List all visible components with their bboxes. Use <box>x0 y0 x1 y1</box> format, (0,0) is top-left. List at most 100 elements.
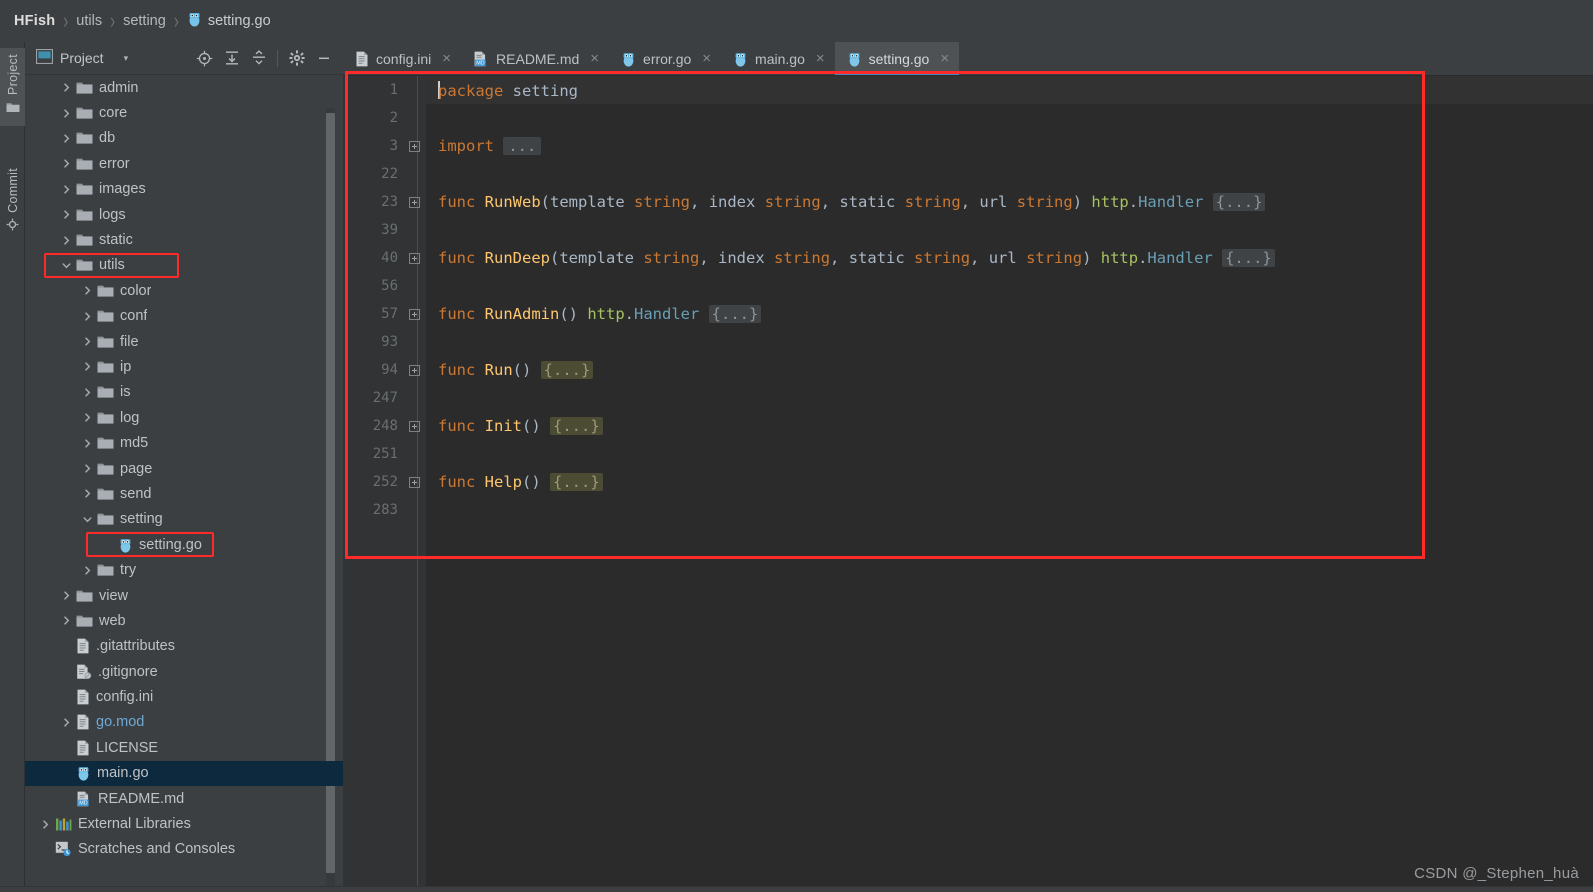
gitignore-icon <box>76 664 92 680</box>
tree-item-main-go[interactable]: main.go <box>25 760 343 786</box>
tree-item-error[interactable]: error <box>25 151 343 176</box>
tree-item-gitignore[interactable]: .gitignore <box>25 659 343 684</box>
editor-tab-label: config.ini <box>376 50 432 67</box>
tree-item-label: send <box>120 485 152 502</box>
tree-item-go-mod[interactable]: go.mod <box>25 710 343 735</box>
chevron-right-icon[interactable] <box>39 818 52 831</box>
chevron-right-icon[interactable] <box>81 411 94 424</box>
project-tree[interactable]: admin core db error images logs static utils col… <box>25 75 343 892</box>
tree-item-utils[interactable]: utils <box>25 252 343 278</box>
chevron-right-icon[interactable] <box>60 234 73 247</box>
tree-item-images[interactable]: images <box>25 177 343 202</box>
md-icon: MD <box>76 791 92 807</box>
line-number: 283 <box>372 502 398 518</box>
fold-expand-icon[interactable] <box>403 140 426 152</box>
tree-item-logs[interactable]: logs <box>25 202 343 227</box>
project-panel-title-button[interactable]: Project ▾ <box>25 48 129 67</box>
tree-item-is[interactable]: is <box>25 380 343 405</box>
chevron-right-icon[interactable] <box>81 564 94 577</box>
tree-item-license[interactable]: LICENSE <box>25 735 343 760</box>
editor-tab-setting-go[interactable]: setting.go × <box>834 42 960 75</box>
tree-item-scratches-and-consoles[interactable]: Scratches and Consoles <box>25 837 343 862</box>
tree-item-conf[interactable]: conf <box>25 304 343 329</box>
chevron-right-icon[interactable] <box>60 81 73 94</box>
close-icon[interactable]: × <box>816 50 825 67</box>
tool-window-button-commit[interactable]: Commit <box>0 162 25 244</box>
tree-item-send[interactable]: send <box>25 481 343 506</box>
tree-item-label: README.md <box>98 790 185 807</box>
editor-tab-config-ini[interactable]: config.ini × <box>343 42 461 75</box>
collapse-all-icon[interactable] <box>245 45 272 72</box>
tree-item-setting[interactable]: setting <box>25 507 343 532</box>
editor-tab-readme-md[interactable]: MD README.md × <box>461 42 609 75</box>
fold-expand-icon[interactable] <box>403 420 426 432</box>
tree-item-core[interactable]: core <box>25 100 343 125</box>
tree-item-log[interactable]: log <box>25 405 343 430</box>
close-icon[interactable]: × <box>940 50 949 67</box>
tree-item-setting-go[interactable]: setting.go <box>25 532 343 558</box>
chevron-right-icon[interactable] <box>81 335 94 348</box>
fold-expand-icon[interactable] <box>403 252 426 264</box>
tree-item-md5[interactable]: md5 <box>25 430 343 455</box>
chevron-right-icon[interactable] <box>60 132 73 145</box>
fold-expand-icon[interactable] <box>403 476 426 488</box>
line-number: 39 <box>381 222 398 238</box>
close-icon[interactable]: × <box>442 50 451 67</box>
tree-item-static[interactable]: static <box>25 227 343 252</box>
chevron-right-icon[interactable] <box>81 310 94 323</box>
tree-item-ip[interactable]: ip <box>25 354 343 379</box>
editor-tab-error-go[interactable]: error.go × <box>609 42 721 75</box>
tree-item-gitattributes[interactable]: .gitattributes <box>25 634 343 659</box>
tree-item-external-libraries[interactable]: External Libraries <box>25 811 343 836</box>
tree-item-file[interactable]: file <box>25 329 343 354</box>
tree-item-config-ini[interactable]: config.ini <box>25 684 343 709</box>
breadcrumb-item-root[interactable]: HFish <box>14 13 55 29</box>
fold-expand-icon[interactable] <box>403 364 426 376</box>
chevron-right-icon[interactable] <box>81 437 94 450</box>
chevron-right-icon[interactable] <box>60 716 73 729</box>
fold-expand-icon[interactable] <box>403 308 426 320</box>
chevron-down-icon[interactable] <box>60 259 73 272</box>
chevron-right-icon[interactable] <box>81 462 94 475</box>
chevron-right-icon[interactable] <box>60 183 73 196</box>
gear-icon[interactable] <box>283 45 310 72</box>
tool-window-button-project[interactable]: Project <box>0 48 25 127</box>
current-line-highlight <box>426 76 1593 104</box>
chevron-right-icon[interactable] <box>60 589 73 602</box>
close-icon[interactable]: × <box>702 50 711 67</box>
breadcrumb-item-setting[interactable]: setting <box>123 13 166 29</box>
breadcrumb-item-file[interactable]: setting.go <box>208 13 271 29</box>
expand-all-icon[interactable] <box>218 45 245 72</box>
close-icon[interactable]: × <box>590 50 599 67</box>
tool-window-label-commit: Commit <box>5 168 20 213</box>
chevron-right-icon[interactable] <box>81 487 94 500</box>
editor-tab-main-go[interactable]: main.go × <box>721 42 835 75</box>
editor-tab-label: setting.go <box>868 50 930 67</box>
tree-item-admin[interactable]: admin <box>25 75 343 100</box>
tree-item-label: md5 <box>120 435 149 452</box>
chevron-right-icon[interactable] <box>60 157 73 170</box>
tree-item-color[interactable]: color <box>25 278 343 303</box>
tree-item-try[interactable]: try <box>25 557 343 582</box>
code-editor[interactable]: 1 package setting 2 3 import ... 22 23 func Run… <box>343 76 1593 892</box>
chevron-right-icon[interactable] <box>60 107 73 120</box>
fold-expand-icon[interactable] <box>403 196 426 208</box>
chevron-down-icon[interactable]: ▾ <box>124 53 129 64</box>
chevron-right-icon[interactable] <box>81 360 94 373</box>
chevron-down-icon[interactable] <box>81 513 94 526</box>
tree-item-web[interactable]: web <box>25 608 343 633</box>
toolbar-divider <box>277 49 278 67</box>
chevron-right-icon[interactable] <box>81 284 94 297</box>
tree-item-readme-md[interactable]: MD README.md <box>25 786 343 811</box>
tree-item-db[interactable]: db <box>25 126 343 151</box>
tree-item-view[interactable]: view <box>25 583 343 608</box>
minimize-icon[interactable] <box>310 45 337 72</box>
tree-item-page[interactable]: page <box>25 456 343 481</box>
chevron-right-icon[interactable] <box>60 614 73 627</box>
breadcrumb-item-utils[interactable]: utils <box>76 13 102 29</box>
locate-file-icon[interactable] <box>191 45 218 72</box>
folder-icon <box>97 335 114 349</box>
folder-icon <box>97 512 114 526</box>
chevron-right-icon[interactable] <box>81 386 94 399</box>
chevron-right-icon[interactable] <box>60 208 73 221</box>
